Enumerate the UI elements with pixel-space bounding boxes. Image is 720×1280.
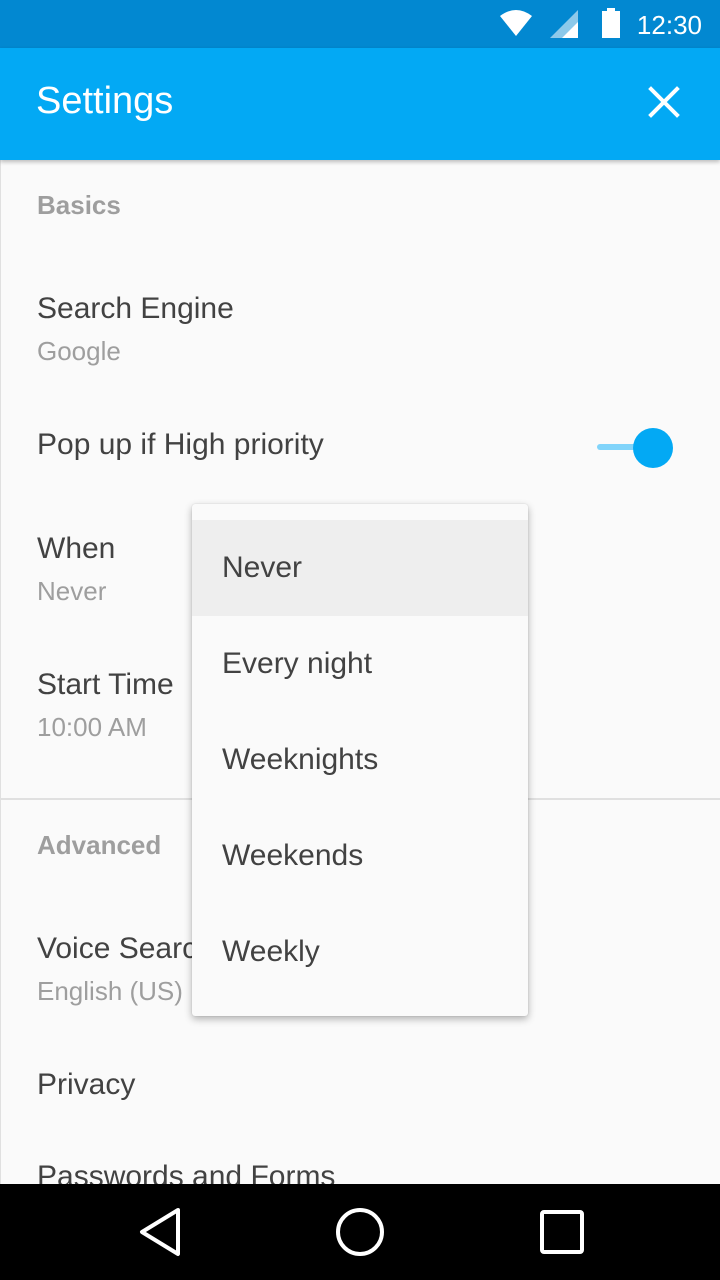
pref-when-title: When xyxy=(37,532,116,565)
pref-search-engine-summary: Google xyxy=(37,336,121,366)
switch-thumb xyxy=(633,428,673,468)
section-header-advanced: Advanced xyxy=(37,830,162,860)
home-icon xyxy=(336,1208,384,1256)
pref-start-time-summary: 10:00 AM xyxy=(37,712,147,742)
navigation-bar xyxy=(0,1184,720,1280)
dropdown-option-weekly[interactable]: Weekly xyxy=(192,904,528,1000)
dropdown-option-weekends[interactable]: Weekends xyxy=(192,808,528,904)
wifi-icon xyxy=(500,10,532,36)
popup-toggle-switch[interactable] xyxy=(595,426,675,470)
status-bar: 12:30 xyxy=(0,0,720,48)
cell-signal-icon xyxy=(550,10,578,38)
close-icon xyxy=(648,86,680,118)
when-dropdown-menu: Never Every night Weeknights Weekends We… xyxy=(192,504,528,1016)
pref-voice-search-title: Voice Search xyxy=(37,932,214,965)
dropdown-option-every-night[interactable]: Every night xyxy=(192,616,528,712)
pref-start-time-title: Start Time xyxy=(37,668,174,701)
page-title: Settings xyxy=(36,80,174,122)
status-clock: 12:30 xyxy=(636,10,702,40)
recents-button[interactable] xyxy=(530,1200,594,1264)
pref-privacy-title: Privacy xyxy=(37,1068,136,1101)
section-header-basics: Basics xyxy=(37,190,121,220)
back-icon xyxy=(140,1208,180,1256)
back-button[interactable] xyxy=(128,1200,192,1264)
pref-when-summary: Never xyxy=(37,576,107,606)
close-button[interactable] xyxy=(636,74,692,130)
home-button[interactable] xyxy=(328,1200,392,1264)
pref-voice-search-summary: English (US) xyxy=(37,976,183,1006)
battery-icon xyxy=(602,8,620,38)
dropdown-option-weeknights[interactable]: Weeknights xyxy=(192,712,528,808)
pref-popup-title: Pop up if High priority xyxy=(37,428,324,461)
recents-icon xyxy=(540,1210,584,1254)
pref-passwords-title: Passwords and Forms xyxy=(37,1160,336,1184)
app-bar: Settings xyxy=(0,48,720,160)
dropdown-option-never[interactable]: Never xyxy=(192,520,528,616)
pref-search-engine-title: Search Engine xyxy=(37,292,234,325)
